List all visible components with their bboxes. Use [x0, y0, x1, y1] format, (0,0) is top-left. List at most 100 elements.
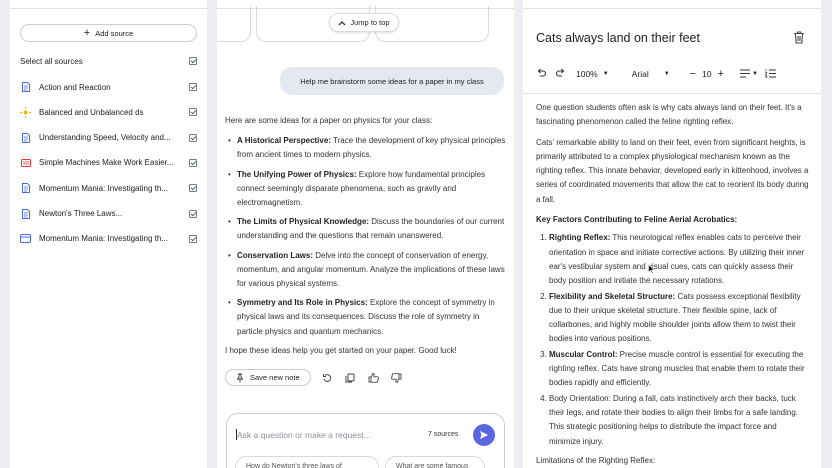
- add-source-label: Add source: [95, 28, 134, 38]
- chevron-down-icon: ▼: [752, 71, 758, 77]
- chevron-down-icon: ▼: [602, 71, 609, 77]
- note-title[interactable]: Cats always land on their feet: [536, 31, 700, 45]
- factor-item: Flexibility and Skeletal Structure: Cats…: [549, 290, 809, 347]
- select-all-row[interactable]: Select all sources: [20, 54, 197, 68]
- source-label: Momentum Mania: Investigating th...: [39, 183, 168, 193]
- doc-icon: [20, 208, 31, 219]
- note-editor-panel: Cats always land on their feet 100% ▼ Ar…: [523, 0, 821, 468]
- source-item[interactable]: Simple Machines Make Work Easier...: [20, 156, 197, 170]
- source-item[interactable]: Action and Reaction: [20, 80, 197, 94]
- idea-title: The Limits of Physical Knowledge:: [237, 217, 370, 227]
- response-actions: Save new note: [225, 369, 403, 386]
- source-checkbox[interactable]: [189, 83, 197, 91]
- suggestion-chip[interactable]: How do Newton's three laws of: [235, 456, 379, 468]
- source-item[interactable]: Momentum Mania: Investigating th...: [20, 232, 197, 246]
- idea-item: The Unifying Power of Physics: Explore h…: [225, 168, 506, 211]
- chat-panel: Jump to top Help me brainstorm some idea…: [217, 0, 514, 468]
- factor-title: Muscular Control:: [549, 349, 618, 359]
- sun-icon: [20, 106, 31, 118]
- copy-icon[interactable]: [344, 371, 357, 384]
- note-paragraph: Cats' remarkable ability to land on thei…: [536, 137, 809, 204]
- undo-icon[interactable]: [536, 68, 547, 80]
- source-item[interactable]: Momentum Mania: Investigating th...: [20, 181, 197, 195]
- send-button[interactable]: [473, 424, 495, 446]
- select-all-label: Select all sources: [20, 56, 83, 66]
- sources-count[interactable]: 7 sources: [428, 431, 458, 438]
- editor-toolbar: 100% ▼ Arial ▼ − 10 + ▼: [536, 66, 808, 82]
- idea-item: A Historical Perspective: Trace the deve…: [225, 134, 506, 162]
- panel-header-edge: [10, 0, 207, 9]
- mouse-pointer-icon: [648, 264, 655, 274]
- source-label: Newton's Three Laws...: [39, 209, 123, 218]
- doc-icon: [20, 132, 31, 143]
- jump-to-top-button[interactable]: Jump to top: [329, 13, 399, 32]
- idea-item: Symmetry and Its Role in Physics: Explor…: [225, 296, 506, 339]
- source-checkbox[interactable]: [189, 209, 197, 218]
- source-item[interactable]: Balanced and Unbalanced ds: [20, 105, 197, 119]
- source-checkbox[interactable]: [189, 133, 197, 142]
- idea-item: Conservation Laws: Delve into the concep…: [225, 249, 506, 292]
- increase-size-icon[interactable]: +: [718, 68, 724, 80]
- youtube-icon: [20, 157, 31, 168]
- user-message: Help me brainstorm some ideas for a pape…: [280, 67, 504, 95]
- pin-icon: [236, 373, 244, 382]
- chevron-up-icon: [338, 20, 346, 25]
- align-icon[interactable]: [740, 68, 751, 80]
- idea-item: The Limits of Physical Knowledge: Discus…: [225, 215, 506, 243]
- suggestion-chip[interactable]: What are some famous: [385, 456, 485, 468]
- panel-header-edge: [523, 0, 821, 9]
- source-label: Momentum Mania: Investigating th...: [39, 234, 168, 244]
- source-label: Understanding Speed, Velocity and...: [39, 133, 171, 143]
- source-label: Action and Reaction: [39, 82, 111, 92]
- toolbar-divider: [523, 93, 821, 94]
- assistant-response: Here are some ideas for a paper on physi…: [225, 114, 506, 358]
- note-body[interactable]: One question students often ask is why c…: [536, 101, 809, 468]
- factor-item: Righting Reflex: This neurological refle…: [549, 231, 809, 288]
- factor-title: Righting Reflex:: [549, 233, 611, 243]
- factor-item: Muscular Control: Precise muscle control…: [549, 348, 809, 391]
- note-heading: Key Factors Contributing to Feline Aeria…: [536, 215, 738, 225]
- zoom-select[interactable]: 100%: [576, 69, 598, 79]
- thumbs-down-icon[interactable]: [390, 371, 403, 384]
- chat-input-box: Ask a question or make a request... 7 so…: [226, 413, 505, 468]
- source-checkbox[interactable]: [189, 234, 197, 243]
- save-note-label: Save new note: [250, 373, 300, 382]
- response-intro: Here are some ideas for a paper on physi…: [225, 116, 433, 125]
- source-checkbox[interactable]: [189, 108, 197, 117]
- note-paragraph: One question students often ask is why c…: [536, 103, 802, 127]
- response-closing: I hope these ideas help you get started …: [225, 345, 457, 355]
- font-size-value[interactable]: 10: [702, 69, 711, 79]
- ideas-list: A Historical Perspective: Trace the deve…: [225, 134, 506, 339]
- idea-title: Conservation Laws:: [237, 250, 314, 260]
- source-item[interactable]: Understanding Speed, Velocity and...: [20, 131, 197, 145]
- delete-icon[interactable]: [793, 31, 805, 44]
- plus-icon: +: [83, 26, 91, 39]
- chevron-down-icon: ▼: [663, 71, 670, 77]
- sources-panel: + Add source Select all sources Action a…: [10, 0, 207, 468]
- undo-icon[interactable]: [321, 371, 334, 384]
- font-select[interactable]: Arial: [632, 69, 649, 79]
- factors-list: Righting Reflex: This neurological refle…: [536, 231, 809, 448]
- factor-text: Body Orientation: During a fall, cats in…: [549, 393, 799, 446]
- redo-icon[interactable]: [555, 68, 566, 80]
- add-source-button[interactable]: + Add source: [20, 24, 197, 42]
- source-checkbox[interactable]: [189, 158, 197, 167]
- doc-icon: [20, 183, 31, 194]
- source-checkbox[interactable]: [189, 184, 197, 193]
- numbered-list-icon[interactable]: [764, 68, 776, 80]
- decrease-size-icon[interactable]: −: [690, 68, 696, 80]
- chat-input[interactable]: Ask a question or make a request...: [237, 430, 371, 440]
- suggestion-card[interactable]: [217, 6, 251, 42]
- save-note-button[interactable]: Save new note: [225, 369, 311, 386]
- idea-title: The Unifying Power of Physics:: [237, 169, 357, 179]
- slides-icon: [20, 233, 31, 244]
- idea-title: Symmetry and Its Role in Physics:: [237, 298, 368, 308]
- source-label: Balanced and Unbalanced ds: [39, 107, 144, 117]
- source-item[interactable]: Newton's Three Laws...: [20, 207, 197, 221]
- factor-item: Body Orientation: During a fall, cats in…: [549, 392, 809, 449]
- note-paragraph: Limitations of the Righting Reflex:: [536, 455, 656, 465]
- thumbs-up-icon[interactable]: [367, 371, 380, 384]
- select-all-checkbox[interactable]: [189, 57, 197, 65]
- jump-label: Jump to top: [350, 18, 390, 27]
- factor-title: Flexibility and Skeletal Structure:: [549, 291, 676, 301]
